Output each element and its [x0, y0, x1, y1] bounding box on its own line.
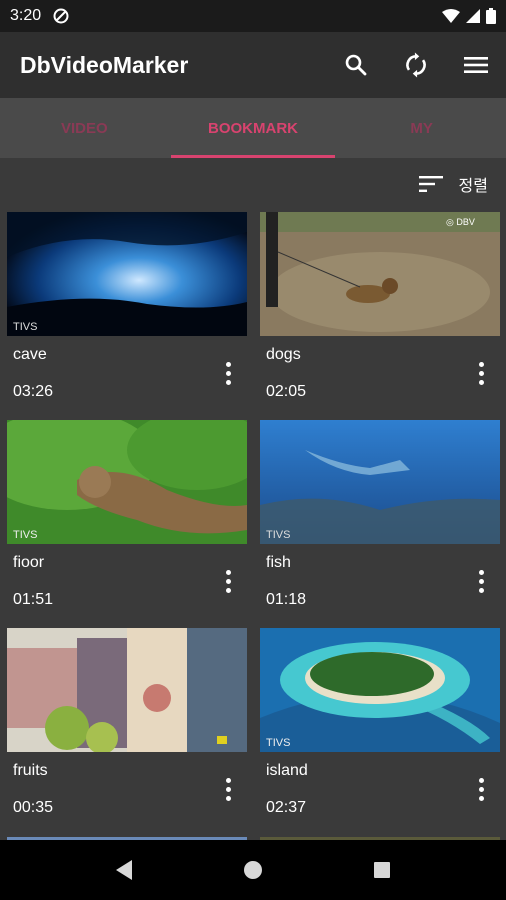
search-button[interactable]	[326, 32, 386, 98]
more-options-button[interactable]	[213, 564, 243, 598]
tab-bar: VIDEO BOOKMARK MY	[0, 98, 506, 158]
video-title: cave	[13, 346, 47, 363]
video-title: dogs	[266, 346, 301, 363]
recents-button[interactable]	[352, 840, 412, 900]
video-thumbnail[interactable]: ◎ DBV	[260, 212, 500, 336]
video-title: island	[266, 762, 308, 779]
svg-text:TIVS: TIVS	[13, 321, 37, 333]
video-card[interactable]: TIVS fish 01:18	[260, 420, 500, 628]
video-duration: 01:18	[266, 591, 307, 608]
back-triangle-icon	[116, 860, 133, 880]
video-title: fioor	[13, 554, 45, 571]
video-card[interactable]: fruits 00:35	[7, 628, 247, 836]
search-icon	[345, 54, 367, 76]
video-card[interactable]: ◎ DBV dogs 02:05	[260, 212, 500, 420]
video-title: fruits	[13, 762, 48, 779]
sort-button[interactable]: 정렬	[418, 172, 488, 196]
video-thumbnail[interactable]: TIVS	[7, 212, 247, 336]
home-button[interactable]	[223, 840, 283, 900]
home-circle-icon	[243, 861, 262, 879]
tab-bookmark[interactable]: BOOKMARK	[169, 98, 338, 158]
sort-row: 정렬	[0, 158, 506, 210]
hamburger-menu-icon	[464, 57, 488, 73]
video-card[interactable]: TIVS fioor 01:51	[7, 420, 247, 628]
video-card[interactable]: TIVS cave 03:26	[7, 212, 247, 420]
video-thumbnail-peek	[260, 832, 500, 840]
recents-square-icon	[373, 862, 390, 878]
video-thumbnail[interactable]	[7, 628, 247, 752]
video-duration: 03:26	[13, 383, 54, 400]
video-duration: 02:05	[266, 383, 307, 400]
status-bar: 3:20	[0, 0, 506, 32]
app-bar: DbVideoMarker	[0, 32, 506, 98]
refresh-button[interactable]	[386, 32, 446, 98]
video-card[interactable]: TIVS island 02:37	[260, 628, 500, 836]
do-not-disturb-icon	[53, 8, 69, 24]
svg-text:TIVS: TIVS	[13, 529, 37, 541]
sort-label: 정렬	[458, 178, 488, 195]
more-options-button[interactable]	[213, 772, 243, 806]
video-thumbnail-peek	[7, 832, 247, 840]
video-thumbnail[interactable]: TIVS	[260, 628, 500, 752]
more-options-button[interactable]	[466, 564, 496, 598]
more-options-button[interactable]	[213, 356, 243, 390]
refresh-icon	[406, 52, 426, 78]
svg-text:TIVS: TIVS	[266, 529, 290, 541]
video-duration: 00:35	[13, 799, 54, 816]
signal-icon	[466, 9, 480, 23]
tab-video[interactable]: VIDEO	[0, 98, 169, 158]
video-title: fish	[266, 554, 291, 571]
video-duration: 01:51	[13, 591, 54, 608]
svg-text:TIVS: TIVS	[266, 737, 290, 749]
wifi-icon	[442, 9, 460, 23]
battery-icon	[486, 8, 496, 24]
back-button[interactable]	[94, 840, 154, 900]
more-options-button[interactable]	[466, 772, 496, 806]
status-time: 3:20	[10, 7, 42, 24]
video-thumbnail[interactable]: TIVS	[7, 420, 247, 544]
video-thumbnail[interactable]: TIVS	[260, 420, 500, 544]
app-title: DbVideoMarker	[20, 51, 189, 78]
system-nav-bar	[0, 840, 506, 900]
svg-text:◎ DBV: ◎ DBV	[446, 217, 475, 227]
sort-icon	[418, 176, 443, 192]
video-duration: 02:37	[266, 799, 307, 816]
menu-button[interactable]	[446, 32, 506, 98]
video-grid: TIVS cave 03:26 ◎ DBV dogs 02:05 TIVS fi…	[0, 212, 506, 840]
tab-my[interactable]: MY	[337, 98, 506, 158]
more-options-button[interactable]	[466, 356, 496, 390]
